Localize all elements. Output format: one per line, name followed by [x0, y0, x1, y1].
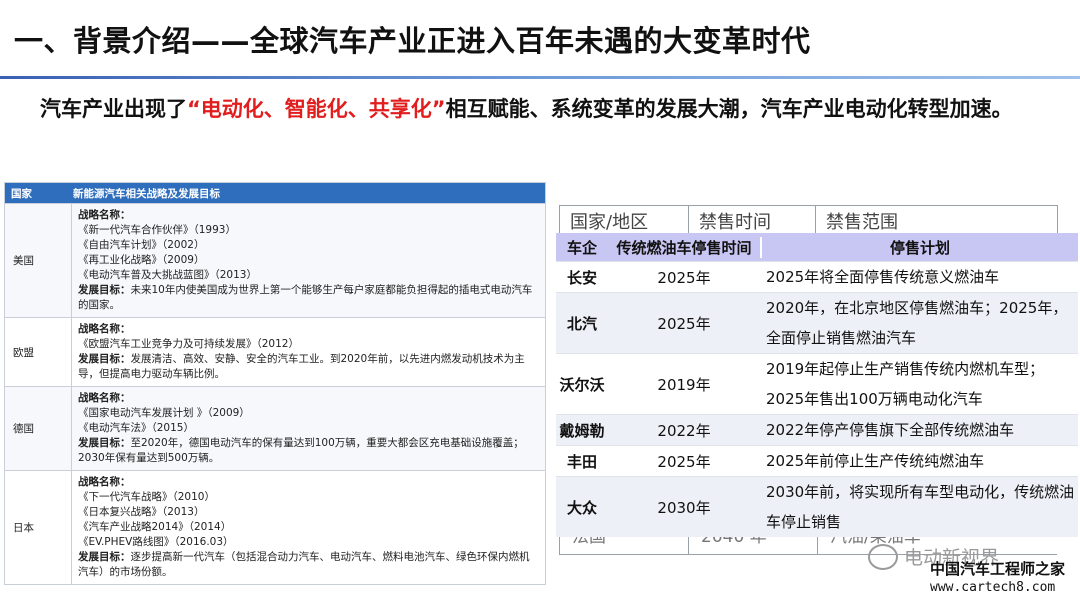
header-strategy: 新能源汽车相关战略及发展目标: [73, 187, 220, 200]
country-cell: 日本: [5, 471, 72, 584]
plan-cell: 2025年前停止生产传统纯燃油车: [766, 452, 985, 470]
plan-cell: 2022年停产停售旗下全部传统燃油车: [766, 421, 1015, 439]
line-text: 《下一代汽车战略》（2010）: [78, 491, 215, 503]
strategy-line: 《日本复兴战略》（2013）: [78, 505, 539, 520]
strategy-cell: 战略名称： 《下一代汽车战略》（2010） 《日本复兴战略》（2013） 《汽车产业战…: [72, 471, 545, 584]
company-cell: 沃尔沃: [559, 375, 605, 394]
company-cell: 大众: [566, 498, 597, 517]
stop-year-cell: 2025年: [657, 452, 711, 471]
strategy-line: 《再工业化战略》（2009）: [78, 253, 539, 268]
header-country: 国家: [11, 187, 32, 200]
wechat-icon: [868, 543, 898, 570]
line-text: 《汽车产业战略2014》（2014）: [78, 521, 232, 533]
automaker-table: 车企 传统燃油车停售时间 停售计划 长安 2025年 2025年将全面停售传统意义燃…: [556, 233, 1078, 537]
line-text: 《国家电动汽车发展计划 》（2009）: [78, 407, 250, 419]
line-label: 战略名称：: [78, 209, 131, 221]
company-cell: 长安: [566, 268, 597, 287]
line-text: 《再工业化战略》（2009）: [78, 254, 205, 266]
line-text: 《电动汽车法》（2015）: [78, 422, 194, 434]
plan-cell: 2019年起停止生产销售传统内燃机车型；2025年售出100万辆电动化汽车: [766, 360, 1045, 408]
table-row: 北汽 2025年 2020年，在北京地区停售燃油车；2025年，全面停止销售燃油汽车: [556, 292, 1078, 353]
strategy-line: 《自由汽车计划》（2002）: [78, 238, 539, 253]
subtitle-part2: 相互赋能、系统变革的发展大潮，汽车产业电动化转型加速。: [445, 97, 1013, 121]
plan-cell: 2025年将全面停售传统意义燃油车: [766, 268, 1000, 286]
ban-header-scope: 禁售范围: [826, 212, 898, 233]
stop-year-cell: 2025年: [657, 314, 711, 333]
line-text: 《欧盟汽车工业竞争力及可持续发展》（2012）: [78, 338, 299, 350]
automaker-table-header: 车企 传统燃油车停售时间 停售计划: [556, 233, 1078, 261]
strategy-line: 战略名称：: [78, 391, 539, 406]
line-label: 发展目标：: [78, 551, 131, 563]
line-text: 《电动汽车普及大挑战蓝图》（2013）: [78, 269, 257, 281]
table-row: 沃尔沃 2019年 2019年起停止生产销售传统内燃机车型；2025年售出100万辆…: [556, 353, 1078, 414]
plan-cell: 2030年前，将实现所有车型电动化，传统燃油车停止销售: [766, 483, 1075, 531]
strategy-line: 《下一代汽车战略》（2010）: [78, 490, 539, 505]
line-label: 战略名称：: [78, 476, 131, 488]
company-cell: 戴姆勒: [559, 421, 605, 440]
strategy-line: 《国家电动汽车发展计划 》（2009）: [78, 406, 539, 421]
strategy-line: 《新一代汽车合作伙伴》（1993）: [78, 223, 539, 238]
strategy-cell: 战略名称： 《欧盟汽车工业竞争力及可持续发展》（2012） 发展目标：发展清洁、高效…: [72, 318, 545, 386]
line-text: 《EV.PHEV路线图》（2016.03）: [78, 536, 234, 548]
strategy-cell: 战略名称： 《国家电动汽车发展计划 》（2009） 《电动汽车法》（2015） 发展目…: [72, 387, 545, 470]
strategy-line: 发展目标：至2020年，德国电动汽车的保有量达到100万辆，重要大都会区充电基础…: [78, 436, 539, 466]
line-label: 发展目标：: [78, 437, 131, 449]
header-company: 车企: [566, 238, 597, 257]
line-label: 战略名称：: [78, 323, 131, 335]
company-cell: 北汽: [566, 314, 597, 333]
header-plan: 停售计划: [889, 238, 950, 257]
strategy-line: 发展目标：发展清洁、高效、安静、安全的汽车工业。到2020年前，以先进内燃发动机…: [78, 352, 539, 382]
country-cell: 美国: [5, 204, 72, 317]
header-stop-year: 传统燃油车停售时间: [608, 236, 762, 258]
line-text: 《日本复兴战略》（2013）: [78, 506, 205, 518]
line-text: 未来10年内使美国成为世界上第一个能够生产每户家庭都能负担得起的插电式电动汽车的…: [78, 284, 533, 311]
stop-year-cell: 2025年: [657, 268, 711, 287]
ban-header-time: 禁售时间: [689, 206, 816, 236]
table-row: 日本 战略名称： 《下一代汽车战略》（2010） 《日本复兴战略》（2013） 《汽车产…: [5, 470, 545, 584]
country-cell: 德国: [5, 387, 72, 470]
country-cell: 欧盟: [5, 318, 72, 386]
page-title: 一、背景介绍——全球汽车产业正进入百年未遇的大变革时代: [14, 24, 811, 58]
line-text: 《自由汽车计划》（2002）: [78, 239, 205, 251]
strategy-line: 战略名称：: [78, 322, 539, 337]
table-row: 大众 2030年 2030年前，将实现所有车型电动化，传统燃油车停止销售: [556, 476, 1078, 537]
stop-year-cell: 2022年: [657, 421, 711, 440]
table-row: 长安 2025年 2025年将全面停售传统意义燃油车: [556, 261, 1078, 292]
strategy-line: 战略名称：: [78, 208, 539, 223]
ban-header-region: 国家/地区: [560, 206, 689, 236]
subtitle-highlight: “电动化、智能化、共享化”: [187, 97, 446, 121]
strategy-line: 《EV.PHEV路线图》（2016.03）: [78, 535, 539, 550]
strategy-line: 《电动汽车法》（2015）: [78, 421, 539, 436]
site-name: 中国汽车工程师之家: [930, 560, 1066, 578]
plan-cell: 2020年，在北京地区停售燃油车；2025年，全面停止销售燃油汽车: [766, 299, 1068, 347]
strategy-line: 《电动汽车普及大挑战蓝图》（2013）: [78, 268, 539, 283]
strategy-line: 《汽车产业战略2014》（2014）: [78, 520, 539, 535]
table-header: 国家 新能源汽车相关战略及发展目标: [5, 183, 545, 203]
line-text: 至2020年，德国电动汽车的保有量达到100万辆，重要大都会区充电基础设施覆盖；…: [78, 437, 524, 464]
stop-year-cell: 2030年: [657, 498, 711, 517]
subtitle-part1: 汽车产业出现了: [40, 97, 187, 121]
line-text: 《新一代汽车合作伙伴》（1993）: [78, 224, 236, 236]
site-url: www.cartech8.com: [930, 580, 1056, 595]
title-divider: [0, 76, 1080, 79]
strategy-line: 发展目标：未来10年内使美国成为世界上第一个能够生产每户家庭都能负担得起的插电式…: [78, 283, 539, 313]
table-row: 欧盟 战略名称： 《欧盟汽车工业竞争力及可持续发展》（2012） 发展目标：发展清洁、…: [5, 317, 545, 386]
line-label: 发展目标：: [78, 353, 131, 365]
company-cell: 丰田: [566, 452, 597, 471]
line-label: 发展目标：: [78, 284, 131, 296]
table-row: 美国 战略名称： 《新一代汽车合作伙伴》（1993） 《自由汽车计划》（2002） 《再…: [5, 203, 545, 317]
strategy-cell: 战略名称： 《新一代汽车合作伙伴》（1993） 《自由汽车计划》（2002） 《再工业…: [72, 204, 545, 317]
line-text: 逐步提高新一代汽车（包括混合动力汽车、电动汽车、燃料电池汽车、绿色环保内燃机汽车…: [78, 551, 530, 578]
strategy-line: 《欧盟汽车工业竞争力及可持续发展》（2012）: [78, 337, 539, 352]
country-strategy-table: 国家 新能源汽车相关战略及发展目标 美国 战略名称： 《新一代汽车合作伙伴》（199…: [4, 182, 546, 585]
table-row: 戴姆勒 2022年 2022年停产停售旗下全部传统燃油车: [556, 414, 1078, 445]
line-text: 发展清洁、高效、安静、安全的汽车工业。到2020年前，以先进内燃发动机技术为主导…: [78, 353, 525, 380]
table-row: 德国 战略名称： 《国家电动汽车发展计划 》（2009） 《电动汽车法》（2015） 发…: [5, 386, 545, 470]
line-label: 战略名称：: [78, 392, 131, 404]
stop-year-cell: 2019年: [657, 375, 711, 394]
strategy-line: 发展目标：逐步提高新一代汽车（包括混合动力汽车、电动汽车、燃料电池汽车、绿色环保…: [78, 550, 539, 580]
subtitle: 汽车产业出现了“电动化、智能化、共享化”相互赋能、系统变革的发展大潮，汽车产业电…: [40, 92, 1040, 126]
table-row: 丰田 2025年 2025年前停止生产传统纯燃油车: [556, 445, 1078, 476]
strategy-line: 战略名称：: [78, 475, 539, 490]
